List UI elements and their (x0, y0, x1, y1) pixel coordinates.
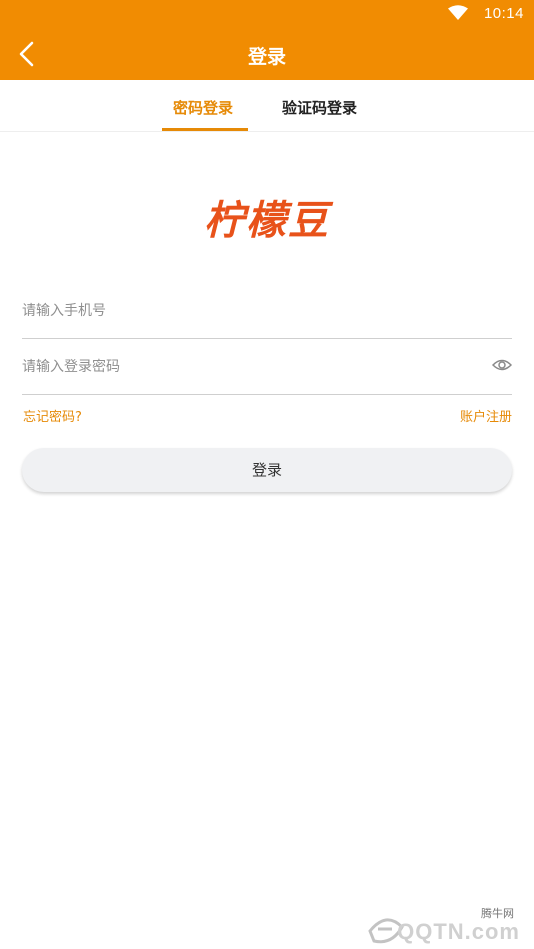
phone-input[interactable] (22, 297, 482, 325)
tab-code-login[interactable]: 验证码登录 (282, 97, 357, 118)
watermark-text: QQTN.com (397, 919, 520, 944)
login-button[interactable]: 登录 (22, 448, 512, 492)
tab-active-indicator (162, 128, 248, 131)
register-link[interactable]: 账户注册 (460, 406, 512, 425)
watermark: 腾牛网 QQTN.com (328, 903, 528, 947)
tab-password-login[interactable]: 密码登录 (173, 97, 233, 118)
status-bar: 10:14 (0, 0, 534, 28)
status-time: 10:14 (483, 5, 524, 22)
password-input[interactable] (22, 353, 482, 381)
page-title: 登录 (247, 46, 286, 68)
app-logo: 柠檬豆 (204, 198, 330, 244)
forgot-password-link[interactable]: 忘记密码? (23, 406, 82, 425)
phone-field (22, 283, 512, 339)
app-bar: 登录 (0, 28, 534, 80)
login-tabs: 密码登录 验证码登录 (0, 80, 534, 132)
wifi-icon (448, 5, 468, 20)
eye-icon[interactable] (492, 357, 512, 373)
password-field (22, 339, 512, 395)
